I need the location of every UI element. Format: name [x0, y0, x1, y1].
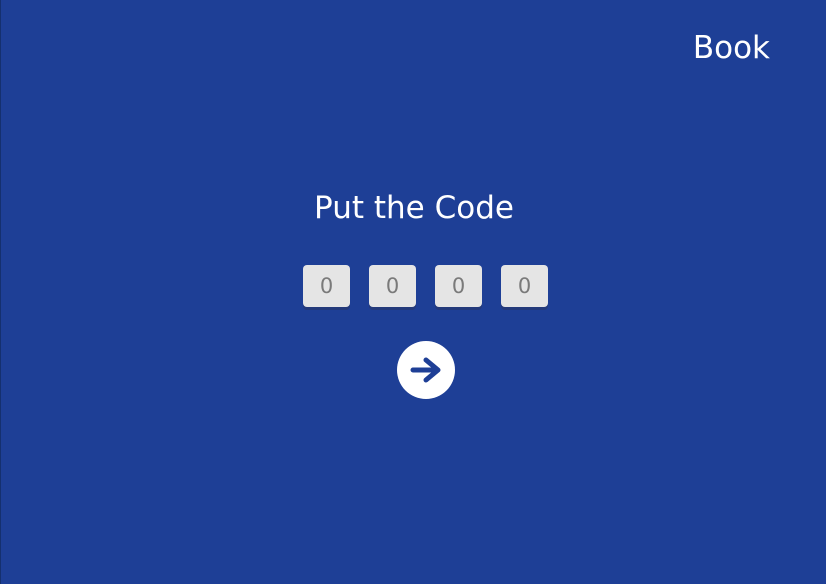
arrow-right-icon	[410, 357, 441, 383]
book-link[interactable]: Book	[693, 28, 770, 68]
code-input-group	[303, 265, 551, 311]
code-digit-input-3[interactable]	[435, 265, 482, 307]
code-digit-input-2[interactable]	[369, 265, 416, 307]
code-digit-input-4[interactable]	[501, 265, 548, 307]
submit-code-button[interactable]	[397, 341, 455, 399]
page-title: Put the Code	[314, 190, 514, 226]
code-digit-input-1[interactable]	[303, 265, 350, 307]
code-entry-screen: Book Put the Code	[0, 0, 826, 584]
